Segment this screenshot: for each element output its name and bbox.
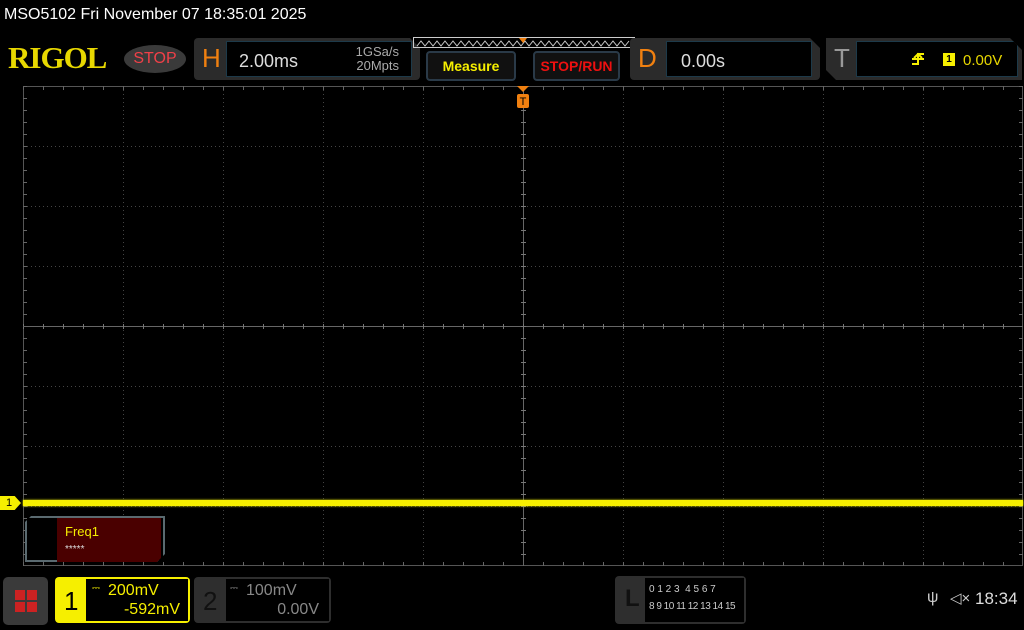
horizontal-display: 2.00ms 1GSa/s 20Mpts [226,41,412,77]
memory-depth: 20Mpts [356,58,399,73]
clock: 18:34 [975,589,1018,608]
horizontal-letter: H [202,43,221,73]
timebase: 2.00ms [239,51,299,71]
logic-panel[interactable]: L 0 1 2 3 4 5 6 7 8 9 10 11 12 13 14 15 [615,576,746,624]
dc-coupling-icon: ⎓ [92,583,100,594]
channel-1-trace [23,500,1023,506]
horizontal-panel[interactable]: H 2.00ms 1GSa/s 20Mpts [194,38,420,80]
channel-1-scale: 200mV [108,582,159,599]
grid-menu-icon [15,590,37,612]
dc-coupling-icon: ⎓ [230,583,238,594]
delay-letter: D [638,43,657,73]
logic-channels-row2: 8 9 10 11 12 13 14 15 [649,601,736,612]
trigger-panel[interactable]: T 1 0.00V A [826,38,1022,80]
trigger-letter: T [834,43,850,73]
channel-2-scale: 100mV [246,582,297,599]
mute-icon[interactable]: ◁× [950,589,970,607]
trigger-source: 1 [943,53,955,66]
usb-icon: ψ [927,589,939,606]
measure-button[interactable]: Measure [426,51,516,81]
channel-2-panel[interactable]: 2 ⎓ 100mV 0.00V [194,577,331,623]
trigger-position-marker[interactable]: T [517,86,529,110]
run-state-badge[interactable]: STOP [124,45,186,73]
trigger-display: 1 0.00V A [856,41,1018,77]
delay-value: 0.00s [681,51,726,71]
sample-rate: 1GSa/s [355,44,399,59]
menu-button[interactable] [3,577,48,625]
channel-1-number: 1 [64,586,79,616]
channel-1-panel[interactable]: 1 ⎓ 200mV -592mV [55,577,190,623]
logic-channels-row1: 0 1 2 3 4 5 6 7 [649,584,716,595]
stop-run-button[interactable]: STOP/RUN [533,51,620,81]
rising-edge-icon [911,51,925,67]
measurement-value: ***** [65,544,85,555]
logic-letter: L [625,585,640,612]
channel-1-offset: -592mV [123,601,180,618]
delay-display: 0.00s [666,41,812,77]
channel-2-number: 2 [203,586,218,616]
rigol-logo: RIGOL [8,40,107,75]
measurement-freq1[interactable]: Freq1 ***** [25,516,165,562]
window-title: MSO5102 Fri November 07 18:35:01 2025 [4,6,307,23]
waveform-grid [23,86,1023,566]
svg-text:T: T [520,96,527,108]
channel-1-offset-marker[interactable]: 1 [0,496,21,510]
waveform-overview [413,37,635,48]
channel-2-offset: 0.00V [277,601,319,618]
delay-panel[interactable]: D 0.00s [630,38,820,80]
trigger-level: 0.00V [963,52,1003,69]
measurement-name: Freq1 [65,524,99,539]
